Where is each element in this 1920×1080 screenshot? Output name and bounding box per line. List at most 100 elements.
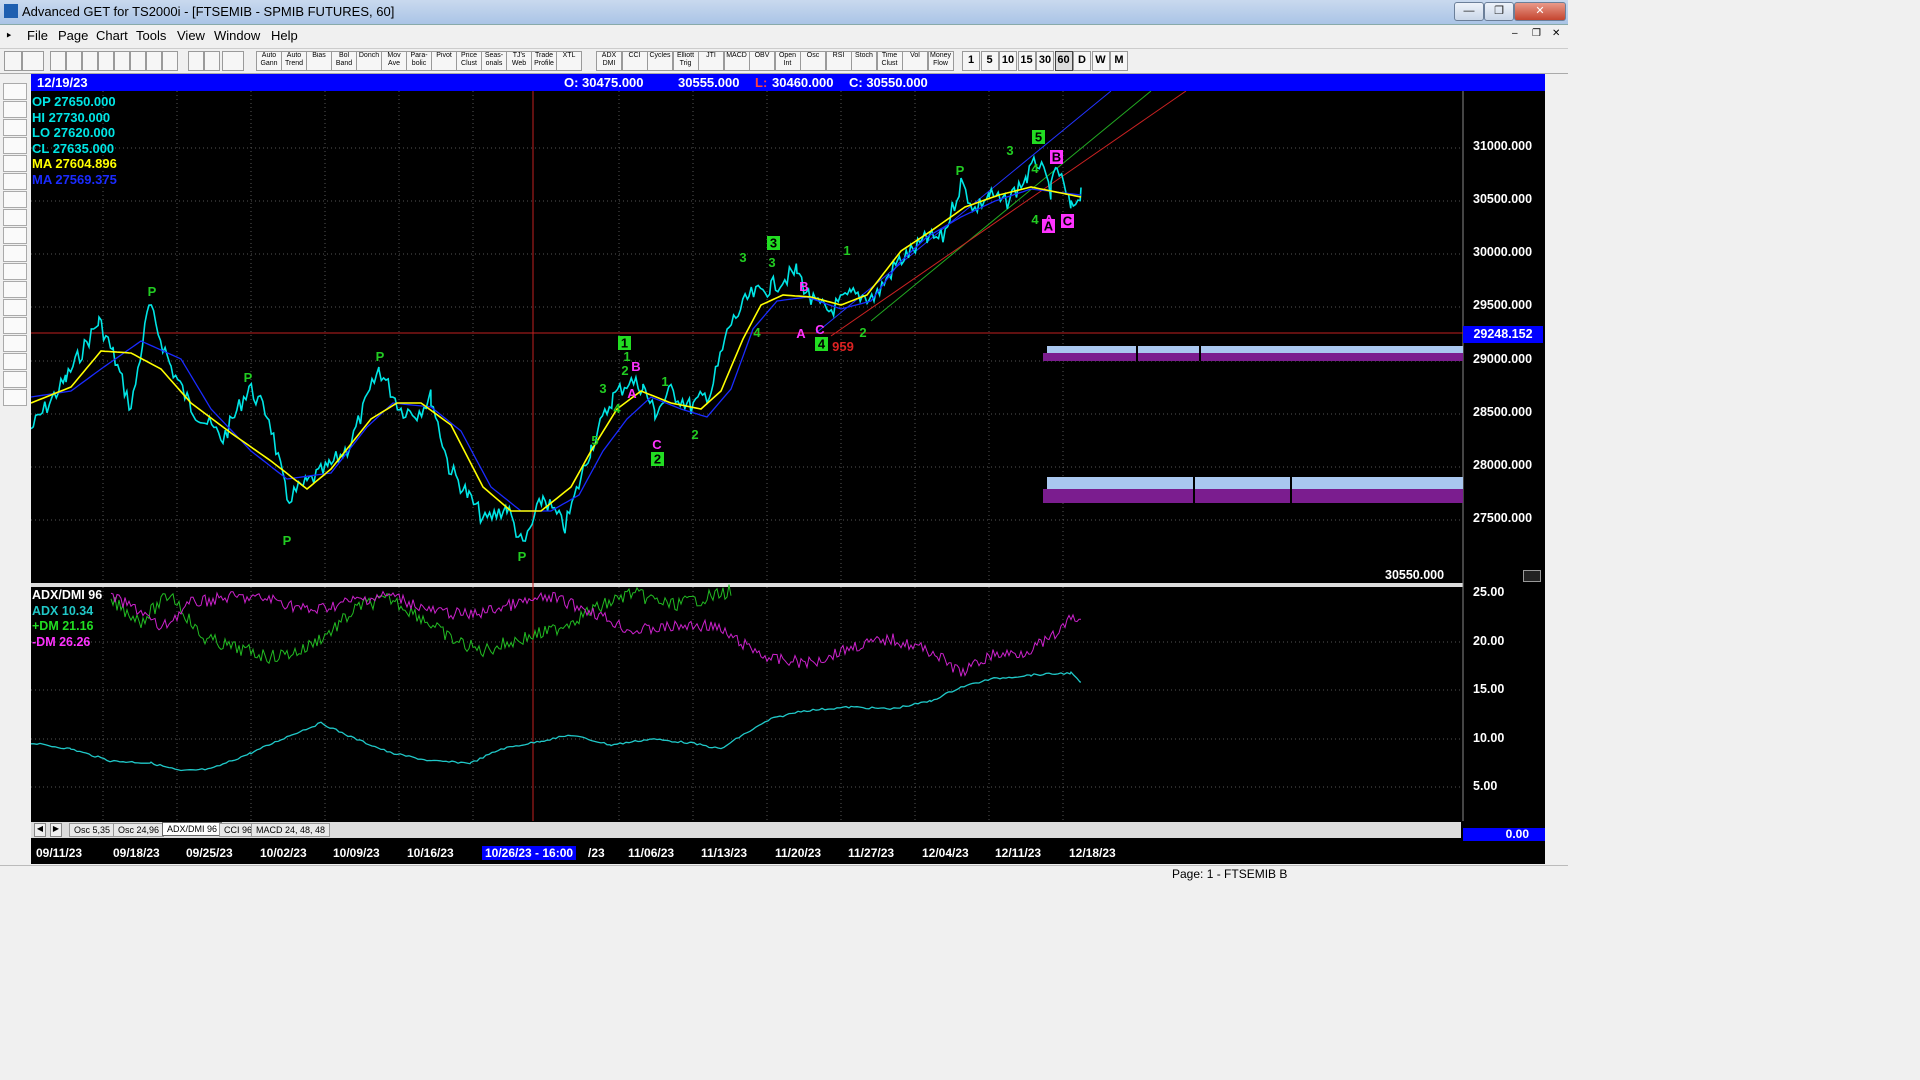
study-button[interactable]: Trade Profile bbox=[531, 51, 557, 71]
print-icon[interactable] bbox=[188, 51, 204, 71]
elliott-icon[interactable] bbox=[3, 155, 27, 172]
mdi-close-button[interactable]: ✕ bbox=[1552, 28, 1560, 39]
study-button[interactable]: TJ's Web bbox=[506, 51, 532, 71]
fib-icon[interactable] bbox=[3, 353, 27, 370]
tab-osc-24-96[interactable]: Osc 24,96 bbox=[113, 823, 165, 837]
indicator-button[interactable]: Vol bbox=[902, 51, 928, 71]
zoom-tool-icon[interactable] bbox=[1547, 351, 1565, 365]
mdi-restore-button[interactable]: ❐ bbox=[1532, 28, 1541, 39]
mob-icon[interactable] bbox=[1547, 315, 1565, 329]
study-button[interactable]: Auto Gann bbox=[256, 51, 282, 71]
indicator-button[interactable]: Cycles bbox=[647, 51, 673, 71]
study-button[interactable]: Price Clust bbox=[456, 51, 482, 71]
menu-file[interactable]: File bbox=[27, 28, 48, 43]
copy-icon[interactable] bbox=[98, 51, 114, 71]
tab-osc-5-35[interactable]: Osc 5,35 bbox=[69, 823, 116, 837]
open-icon[interactable] bbox=[66, 51, 82, 71]
scale-icon[interactable] bbox=[3, 299, 27, 316]
study-button[interactable]: Bias bbox=[306, 51, 332, 71]
close-tool-icon[interactable] bbox=[1547, 81, 1565, 95]
close-button[interactable]: ✕ bbox=[1514, 2, 1566, 21]
magnet-icon[interactable] bbox=[1547, 423, 1565, 437]
print-chart-icon[interactable] bbox=[3, 389, 27, 406]
menu-help[interactable]: Help bbox=[271, 28, 298, 43]
fib-time-icon[interactable] bbox=[1547, 171, 1565, 185]
interval-button[interactable]: 60 bbox=[1054, 51, 1073, 71]
menu-chart[interactable]: Chart bbox=[96, 28, 128, 43]
indicator-button[interactable]: Time Clust bbox=[876, 51, 903, 71]
bulb-icon[interactable] bbox=[204, 51, 220, 71]
resize-icon[interactable] bbox=[1523, 570, 1541, 582]
arrow-right-icon[interactable] bbox=[3, 227, 27, 244]
interval-button[interactable]: 10 bbox=[999, 51, 1017, 71]
indicator-button[interactable]: MACD bbox=[723, 51, 750, 71]
indicator-button[interactable]: OBV bbox=[749, 51, 775, 71]
study-button[interactable]: XTL bbox=[556, 51, 582, 71]
app-menu-icon[interactable]: ‣ bbox=[5, 28, 13, 44]
indicator-button[interactable]: Osc bbox=[800, 51, 826, 71]
interval-button[interactable]: W bbox=[1091, 51, 1110, 71]
lines-icon[interactable] bbox=[3, 317, 27, 334]
arrow-down-icon[interactable] bbox=[3, 191, 27, 208]
menu-tools[interactable]: Tools bbox=[136, 28, 166, 43]
reset-icon[interactable] bbox=[3, 119, 27, 136]
menu-view[interactable]: View bbox=[177, 28, 205, 43]
study-button[interactable]: Pivot bbox=[431, 51, 457, 71]
menu-window[interactable]: Window bbox=[214, 28, 260, 43]
expand-icon[interactable] bbox=[3, 263, 27, 280]
cursor-tool-icon[interactable] bbox=[4, 51, 22, 71]
indicator-button[interactable]: Elliott Trig bbox=[672, 51, 699, 71]
study-button[interactable]: Seas-onals bbox=[481, 51, 507, 71]
interval-button[interactable]: 1 bbox=[962, 51, 980, 71]
indicator-button[interactable]: ADX DMI bbox=[596, 51, 622, 71]
gann-icon[interactable] bbox=[3, 335, 27, 352]
open-file-icon[interactable] bbox=[3, 83, 27, 100]
channel-icon[interactable] bbox=[1547, 225, 1565, 239]
interval-button[interactable]: 30 bbox=[1036, 51, 1054, 71]
price-chart[interactable]: PPPPPP123453412341234ABCABCABC12345ABC95… bbox=[31, 91, 1545, 841]
context-help-icon[interactable] bbox=[222, 51, 244, 71]
study-button[interactable]: Auto Trend bbox=[281, 51, 307, 71]
line-tool-icon[interactable] bbox=[1547, 117, 1565, 131]
pencil-icon[interactable] bbox=[1547, 99, 1565, 113]
study-button[interactable]: Donch bbox=[356, 51, 382, 71]
interval-button[interactable]: 15 bbox=[1017, 51, 1036, 71]
tab-scroll-right-icon[interactable]: ▶ bbox=[50, 823, 62, 837]
study-button[interactable]: Para-bolic bbox=[406, 51, 432, 71]
study-button[interactable]: Bol Band bbox=[331, 51, 357, 71]
fib-ext-icon[interactable] bbox=[1547, 153, 1565, 167]
menu-page[interactable]: Page bbox=[58, 28, 88, 43]
ellipse-icon[interactable] bbox=[1547, 243, 1565, 257]
fib-ret-icon[interactable] bbox=[1547, 135, 1565, 149]
tab-adx-dmi-96[interactable]: ADX/DMI 96 bbox=[162, 822, 223, 836]
save-icon[interactable] bbox=[82, 51, 98, 71]
interval-button[interactable]: 5 bbox=[980, 51, 999, 71]
mdi-minimize-button[interactable]: – bbox=[1512, 28, 1518, 39]
new-icon[interactable] bbox=[50, 51, 66, 71]
indicator-button[interactable]: Money Flow bbox=[927, 51, 954, 71]
tab-macd[interactable]: MACD 24, 48, 48 bbox=[251, 823, 331, 837]
wave-icon[interactable] bbox=[1547, 261, 1565, 275]
crosshair-icon[interactable] bbox=[3, 371, 27, 388]
indicator-button[interactable]: CCI bbox=[621, 51, 648, 71]
eraser-icon[interactable] bbox=[1547, 387, 1565, 401]
auto-icon[interactable] bbox=[3, 101, 27, 118]
list-icon[interactable] bbox=[1547, 405, 1565, 419]
interval-button[interactable]: M bbox=[1110, 51, 1128, 71]
delete-icon[interactable] bbox=[146, 51, 162, 71]
grid-tool-icon[interactable] bbox=[1547, 297, 1565, 311]
zoom-icon[interactable] bbox=[3, 281, 27, 298]
compress-icon[interactable] bbox=[3, 245, 27, 262]
arrow-up-icon[interactable] bbox=[3, 173, 27, 190]
indicator-button[interactable]: RSI bbox=[825, 51, 852, 71]
pti-icon[interactable] bbox=[1547, 279, 1565, 293]
indicator-button[interactable]: JTI bbox=[698, 51, 724, 71]
text-tool-icon[interactable] bbox=[1547, 333, 1565, 347]
study-button[interactable]: Mov Ave bbox=[381, 51, 407, 71]
chart-window[interactable]: 12/19/23 O: 30475.000 30555.000 L: 30460… bbox=[31, 74, 1545, 864]
paint-icon[interactable] bbox=[1547, 369, 1565, 383]
grid-icon[interactable] bbox=[162, 51, 178, 71]
indicator-button[interactable]: Stoch bbox=[851, 51, 877, 71]
fan-icon[interactable] bbox=[1547, 207, 1565, 221]
maximize-button[interactable]: ❐ bbox=[1484, 2, 1514, 21]
